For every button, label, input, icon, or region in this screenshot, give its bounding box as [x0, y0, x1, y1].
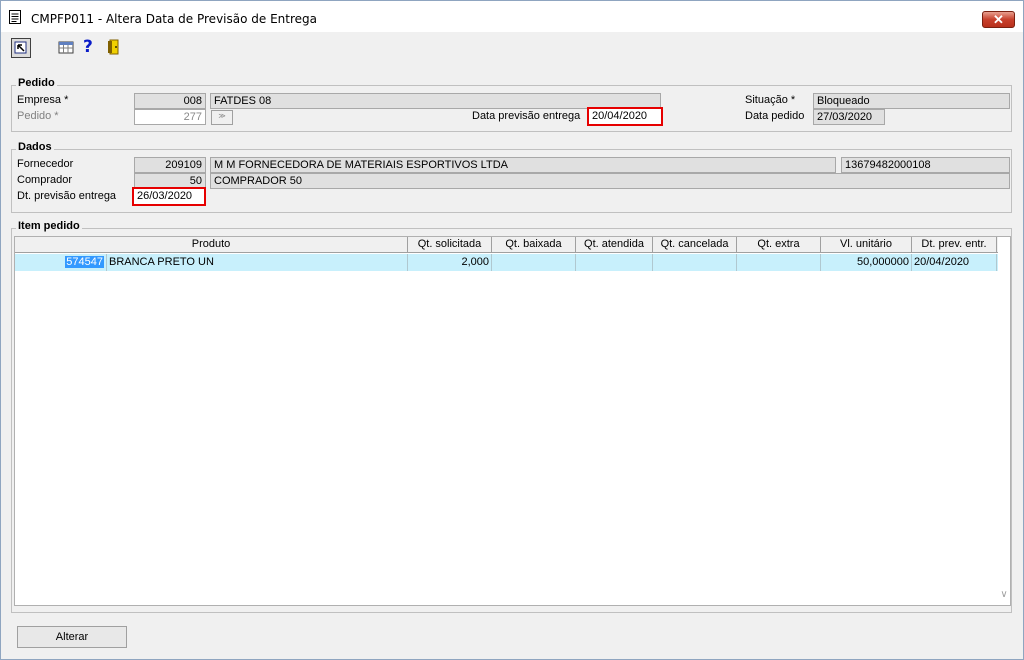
cell-codigo-text: 574547 — [65, 256, 104, 268]
fornecedor-code-field: 209109 — [134, 157, 206, 173]
items-grid[interactable]: Produto Qt. solicitada Qt. baixada Qt. a… — [14, 236, 1011, 606]
select-icon — [14, 41, 27, 54]
data-pedido-label: Data pedido — [745, 110, 805, 122]
pedido-label: Pedido * — [17, 110, 59, 122]
col-dt-prev-entr[interactable]: Dt. prev. entr. — [912, 237, 997, 253]
cell-descricao[interactable]: BRANCA PRETO UN — [107, 254, 408, 271]
cell-qt-extra[interactable] — [737, 254, 821, 271]
exit-button[interactable] — [105, 38, 125, 58]
window-title: CMPFP011 - Altera Data de Previsão de En… — [31, 12, 317, 26]
data-pedido-field: 27/03/2020 — [813, 109, 885, 125]
select-button[interactable] — [11, 38, 31, 58]
fornecedor-label: Fornecedor — [17, 158, 74, 170]
exit-door-icon — [108, 39, 119, 55]
data-previsao-label: Data previsão entrega — [472, 110, 581, 122]
pedido-lookup-button[interactable]: ≫ — [211, 110, 233, 125]
fornecedor-name-field: M M FORNECEDORA DE MATERIAIS ESPORTIVOS … — [210, 157, 836, 173]
cell-dt-prev-entr[interactable]: 20/04/2020 — [912, 254, 997, 271]
col-qt-baixada[interactable]: Qt. baixada — [492, 237, 576, 253]
item-pedido-group-label: Item pedido — [16, 220, 82, 232]
calendar-grid-icon — [58, 41, 74, 54]
toolbar: ? — [1, 34, 1023, 62]
alterar-button[interactable]: Alterar — [17, 626, 127, 648]
pedido-number-field[interactable]: 277 — [134, 109, 206, 125]
main-window: CMPFP011 - Altera Data de Previsão de En… — [0, 0, 1024, 660]
cell-qt-atendida[interactable] — [576, 254, 653, 271]
cell-vl-unitario[interactable]: 50,000000 — [821, 254, 912, 271]
dados-group-label: Dados — [16, 141, 54, 153]
data-previsao-field[interactable]: 20/04/2020 — [587, 107, 663, 126]
cell-qt-solicitada[interactable]: 2,000 — [408, 254, 492, 271]
empresa-label: Empresa * — [17, 94, 69, 106]
cell-codigo[interactable]: 574547 — [15, 254, 107, 271]
comprador-name-field: COMPRADOR 50 — [210, 173, 1010, 189]
empresa-code-field[interactable]: 008 — [134, 93, 206, 109]
dt-previsao-field[interactable]: 26/03/2020 — [132, 187, 206, 206]
situacao-field: Bloqueado — [813, 93, 1010, 109]
cell-qt-baixada[interactable] — [492, 254, 576, 271]
document-icon — [9, 10, 21, 24]
comprador-label: Comprador — [17, 174, 73, 186]
fornecedor-doc-field: 13679482000108 — [841, 157, 1010, 173]
col-qt-cancelada[interactable]: Qt. cancelada — [653, 237, 737, 253]
col-qt-atendida[interactable]: Qt. atendida — [576, 237, 653, 253]
title-bar: CMPFP011 - Altera Data de Previsão de En… — [1, 1, 1023, 32]
col-vl-unitario[interactable]: Vl. unitário — [821, 237, 912, 253]
pedido-group-label: Pedido — [16, 77, 57, 89]
grid-header: Produto Qt. solicitada Qt. baixada Qt. a… — [15, 237, 998, 253]
close-button[interactable]: ✕ — [982, 11, 1015, 28]
scroll-down-icon[interactable]: ∨ — [998, 589, 1010, 603]
calendar-grid-button[interactable] — [57, 38, 77, 58]
col-qt-extra[interactable]: Qt. extra — [737, 237, 821, 253]
col-produto[interactable]: Produto — [15, 237, 408, 253]
table-row[interactable]: 574547 BRANCA PRETO UN 2,000 50,000000 2… — [15, 254, 998, 271]
situacao-label: Situação * — [745, 94, 796, 106]
cell-qt-cancelada[interactable] — [653, 254, 737, 271]
help-icon[interactable]: ? — [83, 37, 97, 57]
col-qt-solicitada[interactable]: Qt. solicitada — [408, 237, 492, 253]
dt-previsao-label: Dt. previsão entrega — [17, 190, 117, 202]
